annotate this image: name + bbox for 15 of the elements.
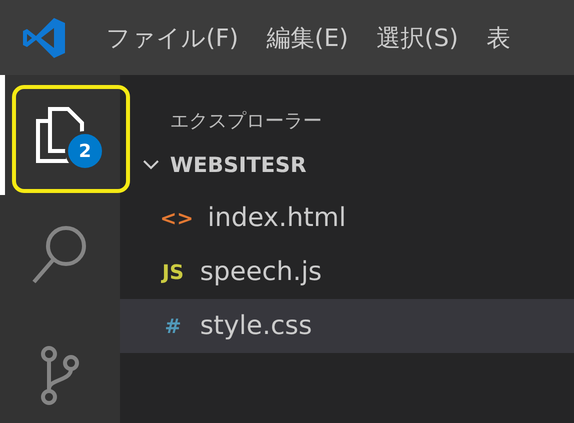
menu-item[interactable]: 表 xyxy=(486,22,510,54)
menu-item[interactable]: 選択(S) xyxy=(376,22,458,54)
menu-item[interactable]: 編集(E) xyxy=(266,22,348,54)
menu-item[interactable]: ファイル(F) xyxy=(106,22,239,54)
sidebar-title: エクスプローラー xyxy=(169,109,323,134)
file-item[interactable]: JS speech.js xyxy=(120,245,574,299)
branch-icon xyxy=(40,345,80,405)
folder-header[interactable]: WEBSITESR xyxy=(120,139,574,191)
file-type-icon: <> xyxy=(160,206,194,230)
file-item[interactable]: # style.css xyxy=(120,299,574,353)
file-type-icon: JS xyxy=(160,260,186,284)
count-badge: 2 xyxy=(65,131,105,171)
file-type-icon: # xyxy=(160,314,186,338)
file-item[interactable]: <> index.html xyxy=(120,191,574,245)
logo-icon xyxy=(22,16,66,60)
